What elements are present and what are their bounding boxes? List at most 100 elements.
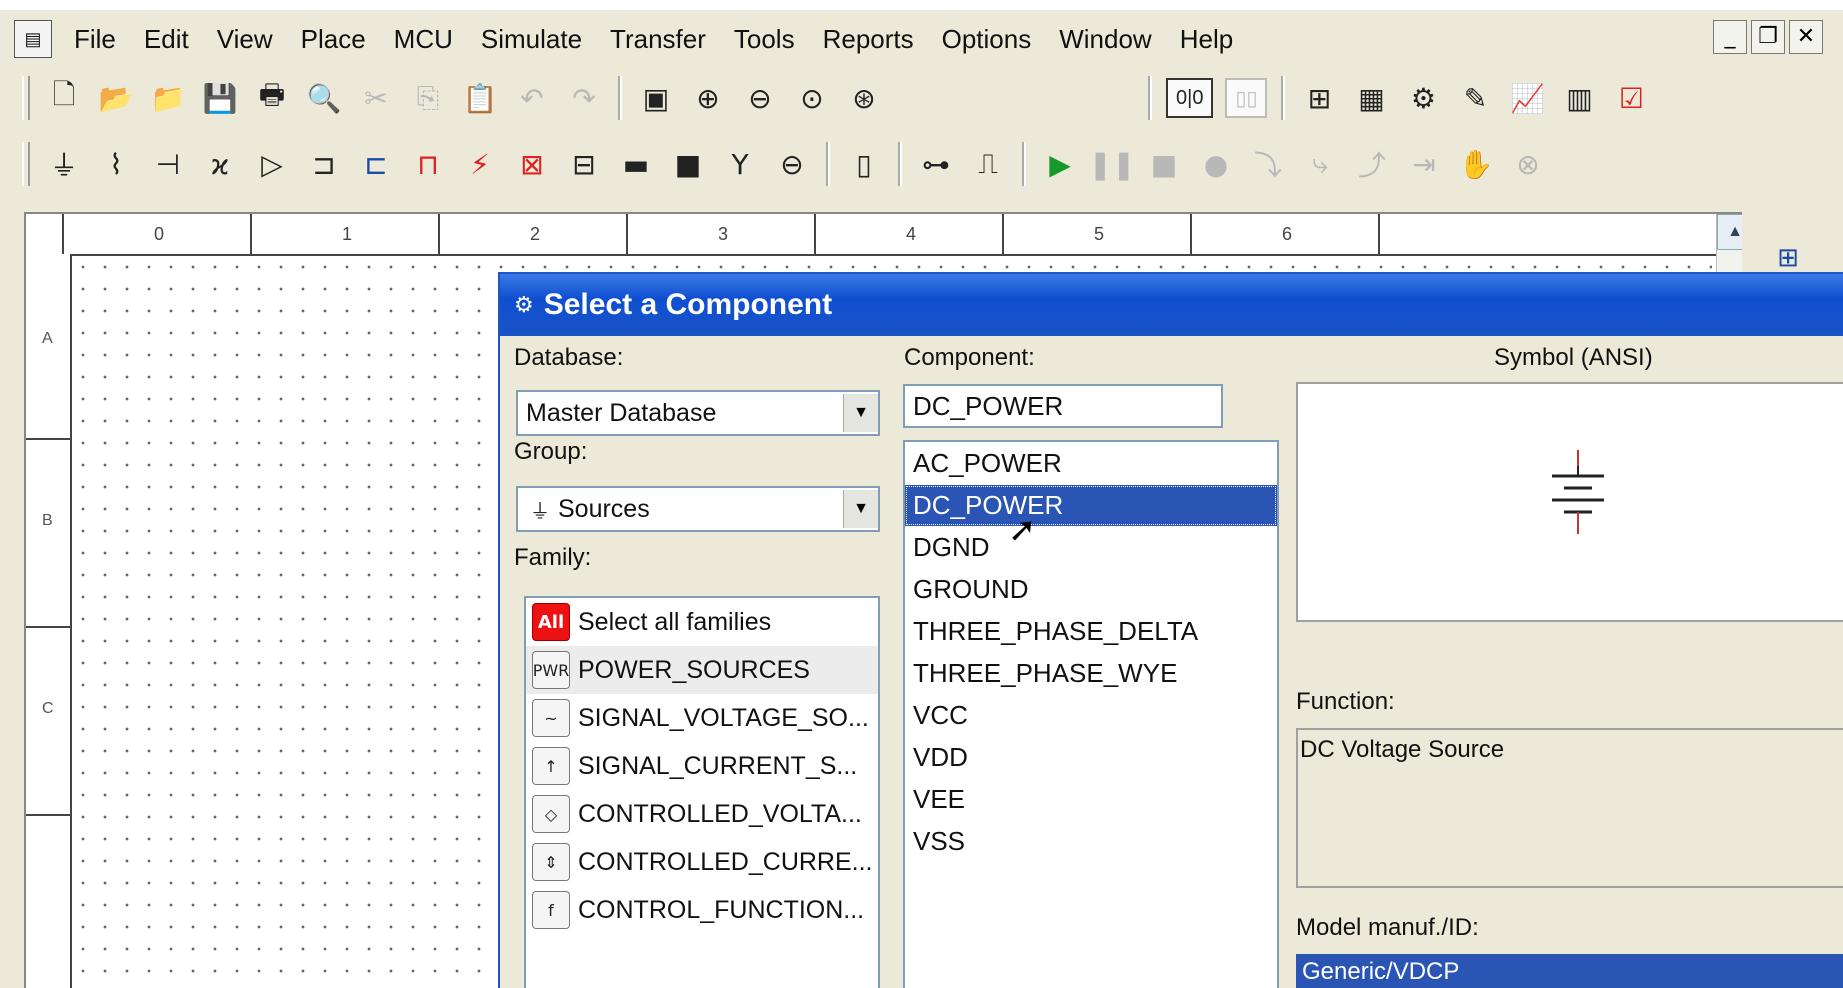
zoom-fit-icon[interactable]: ⊛ xyxy=(842,76,886,120)
power-source-icon: PWR xyxy=(532,651,570,689)
copy-icon[interactable]: ⎘ xyxy=(406,76,450,120)
family-item-controlled-current[interactable]: ⇕ CONTROLLED_CURRE... xyxy=(526,838,878,886)
create-component-icon[interactable]: ✎ xyxy=(1453,76,1497,120)
restore-button[interactable]: ❐ xyxy=(1751,20,1785,54)
database-select[interactable]: Master Database ▼ xyxy=(516,390,880,436)
print-icon[interactable]: 🖶 xyxy=(250,76,294,120)
open-sample-icon[interactable]: 📁 xyxy=(146,76,190,120)
menu-simulate[interactable]: Simulate xyxy=(467,24,596,55)
menu-window[interactable]: Window xyxy=(1045,24,1165,55)
menu-help[interactable]: Help xyxy=(1166,24,1247,55)
place-hierarchical-icon[interactable]: ⊶ xyxy=(914,142,958,186)
save-icon[interactable]: 💾 xyxy=(198,76,242,120)
grapher-icon[interactable]: 📈 xyxy=(1505,76,1549,120)
zoom-in-icon[interactable]: ⊕ xyxy=(686,76,730,120)
ruler-mark: 3 xyxy=(626,214,728,254)
toolbar-grip[interactable] xyxy=(22,142,30,186)
zoom-area-icon[interactable]: ⊙ xyxy=(790,76,834,120)
toggle-breakpoint-icon[interactable]: ✋ xyxy=(1454,142,1498,186)
erc-icon[interactable]: ☑ xyxy=(1609,76,1653,120)
place-misc-icon[interactable]: ▬ xyxy=(614,142,658,186)
redo-icon[interactable]: ↷ xyxy=(562,76,606,120)
menu-transfer[interactable]: Transfer xyxy=(596,24,720,55)
run-simulation-icon[interactable]: ▶ xyxy=(1038,142,1082,186)
place-source-icon[interactable]: ⏚ xyxy=(42,142,86,186)
design-toolbox-icon[interactable]: ⊞ xyxy=(1297,76,1341,120)
place-electromechanical-icon[interactable]: ⊖ xyxy=(770,142,814,186)
breakpoint-icon[interactable]: ● xyxy=(1194,142,1238,186)
family-item-all[interactable]: All Select all families xyxy=(526,598,878,646)
paste-icon[interactable]: 📋 xyxy=(458,76,502,120)
postprocessor-icon[interactable]: ▥ xyxy=(1557,76,1601,120)
remove-breakpoints-icon[interactable]: ⊗ xyxy=(1506,142,1550,186)
step-over-icon[interactable]: ⤷ xyxy=(1298,142,1342,186)
menu-edit[interactable]: Edit xyxy=(130,24,203,55)
component-item[interactable]: THREE_PHASE_DELTA xyxy=(905,611,1277,652)
place-cmos-icon[interactable]: ⊏ xyxy=(354,142,398,186)
ruler-row-label: B xyxy=(42,512,53,529)
step-out-icon[interactable]: ⤴ xyxy=(1350,142,1394,186)
dialog-title-bar[interactable]: ⚙ Select a Component xyxy=(500,274,1843,336)
minimize-button[interactable]: _ xyxy=(1713,20,1747,54)
zoom-out-icon[interactable]: ⊖ xyxy=(738,76,782,120)
component-item[interactable]: VEE xyxy=(905,779,1277,820)
component-item[interactable]: VCC xyxy=(905,695,1277,736)
place-mcu-icon[interactable]: ▯ xyxy=(842,142,886,186)
place-misc-digital-icon[interactable]: ⊓ xyxy=(406,142,450,186)
place-diode-icon[interactable]: ⊣ xyxy=(146,142,190,186)
family-item-power-sources[interactable]: PWR POWER_SOURCES xyxy=(526,646,878,694)
menu-view[interactable]: View xyxy=(203,24,287,55)
toolbar-grip[interactable] xyxy=(22,76,30,120)
menu-reports[interactable]: Reports xyxy=(809,24,928,55)
spreadsheet-icon[interactable]: ▦ xyxy=(1349,76,1393,120)
pause-simulation-icon[interactable]: ❚❚ xyxy=(1089,142,1136,186)
place-analog-icon[interactable]: ▷ xyxy=(250,142,294,186)
component-item[interactable]: VSS xyxy=(905,821,1277,862)
family-item-signal-voltage[interactable]: ~ SIGNAL_VOLTAGE_SO... xyxy=(526,694,878,742)
new-file-icon[interactable]: 🗋 xyxy=(42,76,86,120)
component-input[interactable]: DC_POWER xyxy=(903,384,1223,428)
place-advanced-peripherals-icon[interactable]: ■ xyxy=(666,142,710,186)
component-list[interactable]: AC_POWER DC_POWER DGND GROUND THREE_PHAS… xyxy=(903,440,1279,988)
close-button[interactable]: ✕ xyxy=(1789,20,1823,54)
component-item[interactable]: THREE_PHASE_WYE xyxy=(905,653,1277,694)
menu-file[interactable]: File xyxy=(60,24,130,55)
run-to-cursor-icon[interactable]: ⇥ xyxy=(1402,142,1446,186)
place-rf-icon[interactable]: Y xyxy=(718,142,762,186)
component-item[interactable]: AC_POWER xyxy=(905,443,1277,484)
family-item-control-function[interactable]: f CONTROL_FUNCTION... xyxy=(526,886,878,934)
step-into-icon[interactable]: ⤵ xyxy=(1246,142,1290,186)
component-item[interactable]: GROUND xyxy=(905,569,1277,610)
chevron-down-icon[interactable]: ▼ xyxy=(843,490,878,528)
zoom-sheet-button[interactable]: 0|0 xyxy=(1166,78,1214,118)
menu-mcu[interactable]: MCU xyxy=(380,24,467,55)
menu-options[interactable]: Options xyxy=(928,24,1046,55)
place-indicator-icon[interactable]: ⊠ xyxy=(510,142,554,186)
menu-tools[interactable]: Tools xyxy=(720,24,809,55)
chevron-down-icon[interactable]: ▼ xyxy=(843,394,878,432)
full-screen-icon[interactable]: ▣ xyxy=(634,76,678,120)
place-basic-icon[interactable]: ⌇ xyxy=(94,142,138,186)
component-item[interactable]: DGND xyxy=(905,527,1277,568)
stop-simulation-icon[interactable]: ■ xyxy=(1142,142,1186,186)
app-icon[interactable]: ▤ xyxy=(14,20,52,58)
place-bus-icon[interactable]: ⎍ xyxy=(966,142,1010,186)
place-ttl-icon[interactable]: ⊐ xyxy=(302,142,346,186)
model-id-item[interactable]: Generic/VDCP xyxy=(1296,954,1843,988)
component-item-selected[interactable]: DC_POWER xyxy=(905,485,1277,526)
group-select[interactable]: ⏚ Sources ▼ xyxy=(516,486,880,532)
print-preview-icon[interactable]: 🔍 xyxy=(302,76,346,120)
menu-place[interactable]: Place xyxy=(287,24,380,55)
family-list[interactable]: All Select all families PWR POWER_SOURCE… xyxy=(524,596,880,988)
family-item-signal-current[interactable]: ↑ SIGNAL_CURRENT_S... xyxy=(526,742,878,790)
place-power-icon[interactable]: ⊟ xyxy=(562,142,606,186)
cut-icon[interactable]: ✂ xyxy=(354,76,398,120)
open-folder-icon[interactable]: 📂 xyxy=(94,76,138,120)
place-transistor-icon[interactable]: ϰ xyxy=(198,142,242,186)
zoom-sheet2-button[interactable]: ▯▯ xyxy=(1225,78,1268,118)
place-mixed-icon[interactable]: ⚡ xyxy=(458,142,502,186)
database-manager-icon[interactable]: ⚙ xyxy=(1401,76,1445,120)
component-item[interactable]: VDD xyxy=(905,737,1277,778)
family-item-controlled-voltage[interactable]: ◇ CONTROLLED_VOLTA... xyxy=(526,790,878,838)
undo-icon[interactable]: ↶ xyxy=(510,76,554,120)
